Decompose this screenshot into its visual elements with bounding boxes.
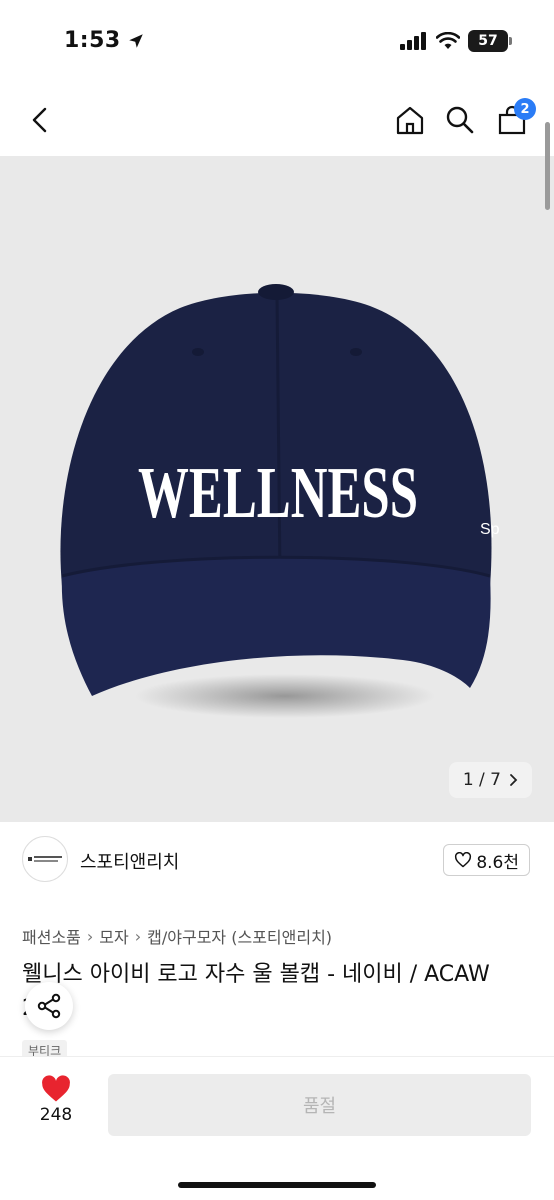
soldout-button[interactable]: 품절 bbox=[108, 1074, 531, 1136]
chevron-right-icon: › bbox=[134, 926, 142, 946]
scrollbar[interactable] bbox=[545, 122, 550, 210]
back-button[interactable] bbox=[20, 98, 60, 142]
breadcrumb-item[interactable]: 모자 bbox=[99, 924, 128, 948]
share-icon bbox=[37, 993, 61, 1019]
brand-row: 스포티앤리치 8.6천 bbox=[0, 822, 554, 900]
signal-icon bbox=[400, 32, 426, 50]
time-text: 1:53 bbox=[64, 28, 121, 53]
share-button[interactable] bbox=[25, 982, 73, 1030]
breadcrumb-item[interactable]: 패션소품 bbox=[22, 924, 81, 948]
brand-like-button[interactable]: 8.6천 bbox=[443, 844, 530, 876]
home-indicator bbox=[178, 1182, 376, 1188]
battery-level: 57 bbox=[478, 33, 498, 49]
brand-logo[interactable] bbox=[22, 836, 68, 882]
search-icon bbox=[446, 106, 474, 134]
cap-side-text: Sp bbox=[480, 521, 500, 538]
heart-filled-icon bbox=[42, 1075, 70, 1102]
cart-button[interactable]: 2 bbox=[492, 98, 536, 142]
search-button[interactable] bbox=[440, 98, 480, 142]
home-icon bbox=[396, 106, 424, 135]
nav-bar: 2 bbox=[0, 84, 554, 156]
location-arrow-icon bbox=[128, 33, 143, 48]
product-photo: WELLNESS Sp bbox=[60, 284, 500, 718]
brand-logo-icon bbox=[28, 856, 62, 862]
product-image-carousel[interactable]: WELLNESS Sp 1 / 7 bbox=[0, 156, 554, 822]
heart-outline-icon bbox=[455, 852, 472, 868]
cap-logo-text: WELLNESS bbox=[138, 452, 418, 534]
chevron-right-icon: › bbox=[86, 926, 94, 946]
wifi-icon bbox=[436, 32, 460, 49]
breadcrumb: 패션소품 › 모자 › 캡/야구모자 (스포티앤리치) bbox=[22, 924, 332, 948]
wish-button[interactable]: 248 bbox=[30, 1075, 82, 1135]
product-title: 웰니스 아이비 로고 자수 울 볼캡 - 네이비 / ACAW 2NA bbox=[22, 962, 490, 1021]
status-time: 1:53 bbox=[64, 28, 145, 53]
home-button[interactable] bbox=[390, 98, 430, 142]
image-counter[interactable]: 1 / 7 bbox=[448, 762, 532, 798]
breadcrumb-item[interactable]: 캡/야구모자 (스포티앤리치) bbox=[147, 924, 332, 948]
status-bar: 1:53 57 bbox=[0, 0, 554, 84]
brand-like-count: 8.6천 bbox=[476, 852, 519, 873]
chevron-right-icon bbox=[510, 774, 518, 786]
cart-count-badge: 2 bbox=[514, 98, 536, 120]
status-indicators: 57 bbox=[400, 30, 512, 52]
wish-count: 248 bbox=[39, 1105, 73, 1125]
chevron-left-icon bbox=[32, 107, 47, 133]
brand-name[interactable]: 스포티앤리치 bbox=[80, 848, 179, 874]
battery-indicator: 57 bbox=[468, 30, 512, 52]
image-counter-text: 1 / 7 bbox=[462, 770, 501, 790]
bottom-action-bar: 248 품절 bbox=[0, 1056, 554, 1200]
